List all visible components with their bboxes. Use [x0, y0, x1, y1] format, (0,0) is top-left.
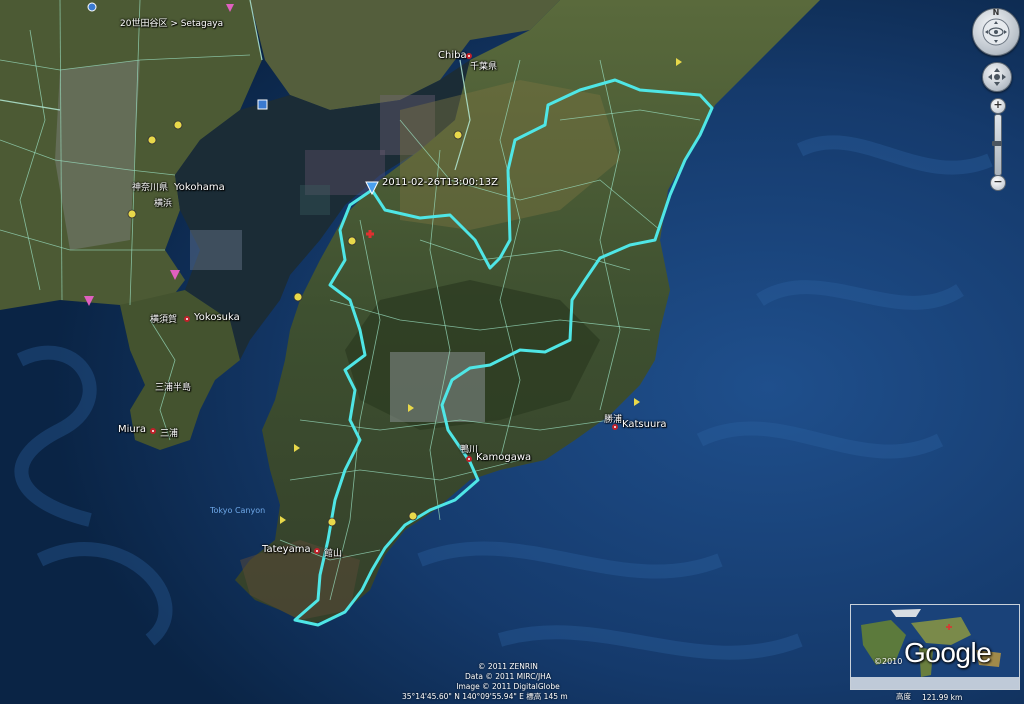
eye-altitude-label: 高度 — [896, 692, 911, 701]
place-chiba-jp: 千葉県 — [470, 62, 498, 72]
look-joystick[interactable]: N — [972, 8, 1020, 56]
urban-area — [55, 60, 140, 250]
breadcrumb: 20世田谷区 > Setagaya — [120, 19, 224, 29]
place-miura-jp: 三浦 — [160, 429, 179, 439]
status-bar: 35°14'45.60" N 140°09'55.94" E 標高 145 m … — [0, 690, 1024, 704]
satellite-map[interactable] — [0, 0, 1024, 704]
place-tokyo-canyon: Tokyo Canyon — [210, 506, 266, 515]
zoom-slider[interactable] — [992, 114, 1002, 176]
google-logo: Google — [904, 637, 992, 668]
map-view[interactable]: 20世田谷区 > Setagaya Chiba 千葉県 神奈川県 Yokoham… — [0, 0, 1024, 704]
place-miura[interactable]: Miura — [118, 424, 146, 435]
place-kamogawa[interactable]: Kamogawa — [476, 452, 531, 463]
hand-pan-icon — [988, 68, 1006, 86]
move-joystick[interactable] — [982, 62, 1012, 92]
place-yokosuka[interactable]: Yokosuka — [194, 312, 240, 323]
credit-zenrin: © 2011 ZENRIN — [478, 662, 538, 671]
overview-copyright-year: ©2010 — [874, 657, 903, 666]
city-marker-yokosuka[interactable] — [184, 316, 190, 322]
zoom-out-button[interactable]: − — [990, 175, 1006, 191]
place-yokohama[interactable]: Yokohama — [174, 182, 225, 193]
place-tateyama-jp: 館山 — [324, 549, 343, 559]
place-yokosuka-jp: 横須賀 — [150, 315, 178, 325]
city-marker-tateyama[interactable] — [314, 548, 320, 554]
eye-altitude-value: 121.99 km — [922, 693, 963, 702]
city-marker-katsuura[interactable] — [612, 424, 618, 430]
place-katsuura-jp: 勝浦 — [604, 415, 623, 425]
place-kanagawa-jp: 神奈川県 — [132, 183, 169, 193]
city-marker-kamogawa[interactable] — [466, 456, 472, 462]
pointer-coordinates: 35°14'45.60" N 140°09'55.94" E 標高 145 m — [402, 692, 568, 701]
track-timestamp-label[interactable]: 2011-02-26T13:00:13Z — [382, 177, 498, 188]
place-chiba[interactable]: Chiba — [438, 50, 467, 61]
eye-icon — [982, 18, 1010, 46]
credit-mirc: Data © 2011 MIRC/JHA — [465, 672, 551, 681]
place-yokohama-jp: 横浜 — [154, 199, 173, 209]
place-tateyama[interactable]: Tateyama — [262, 544, 311, 555]
zoom-slider-thumb[interactable] — [992, 141, 1002, 146]
zoom-in-button[interactable]: + — [990, 98, 1006, 114]
city-marker-miura[interactable] — [150, 428, 156, 434]
place-miura-hanto-jp: 三浦半島 — [155, 383, 192, 393]
place-katsuura[interactable]: Katsuura — [622, 419, 667, 430]
